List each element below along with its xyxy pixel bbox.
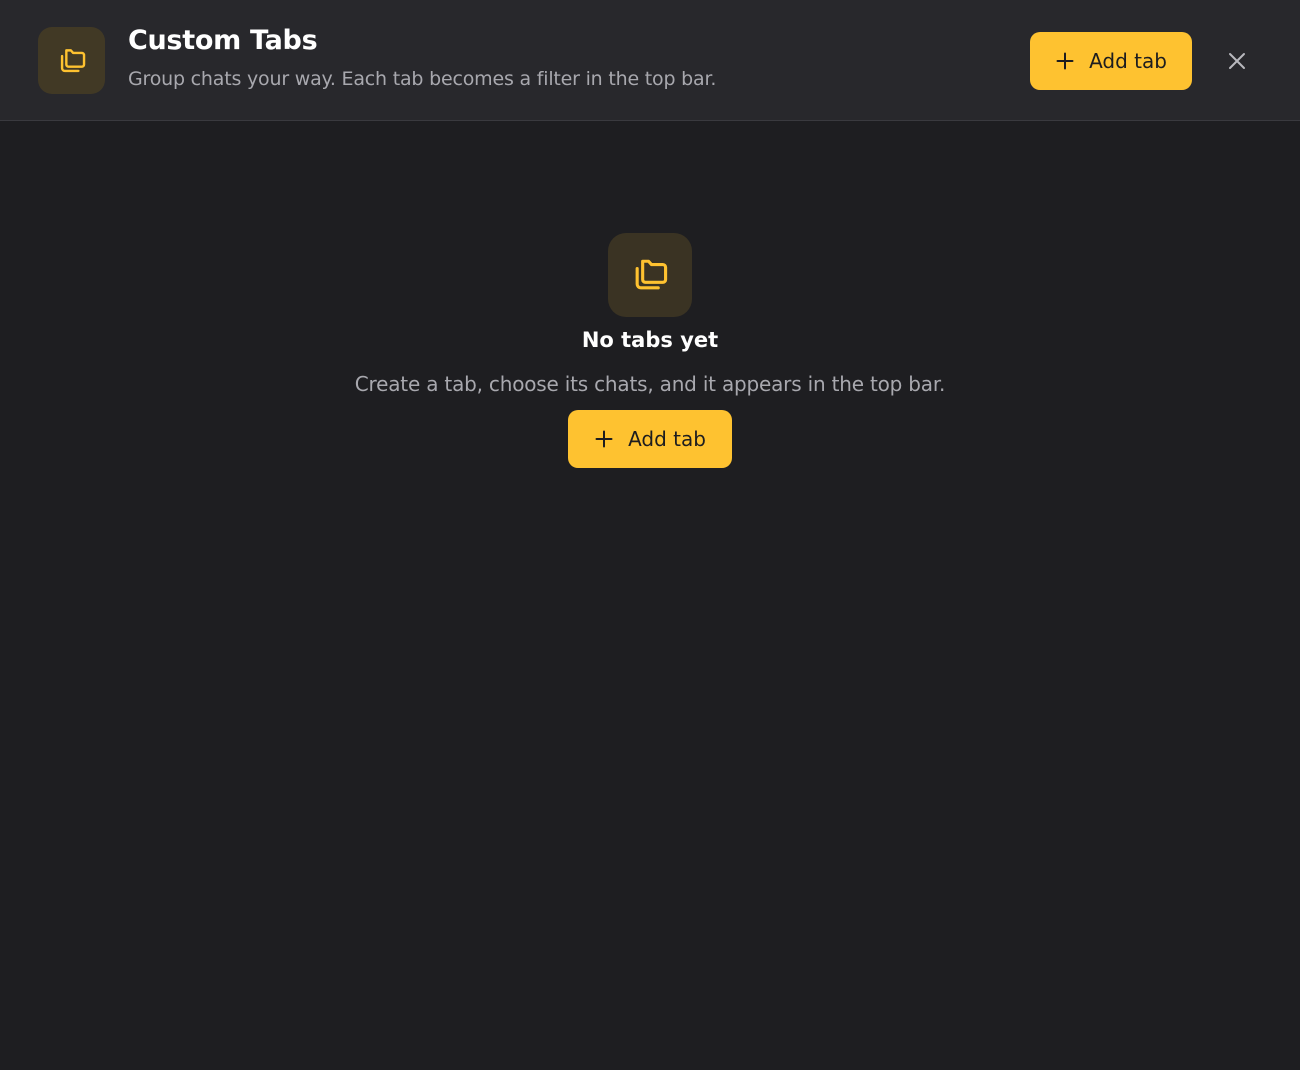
empty-state-icon-tile xyxy=(608,233,692,317)
header-add-tab-button[interactable]: Add tab xyxy=(1030,32,1192,90)
empty-state-add-tab-button[interactable]: Add tab xyxy=(568,410,732,468)
plus-icon xyxy=(1055,51,1075,71)
empty-state-title: No tabs yet xyxy=(581,328,719,352)
folders-icon xyxy=(55,44,89,78)
header: Custom Tabs Group chats your way. Each t… xyxy=(0,0,1300,121)
page-subtitle: Group chats your way. Each tab becomes a… xyxy=(128,68,717,90)
close-button[interactable] xyxy=(1222,46,1252,76)
custom-tabs-panel: Custom Tabs Group chats your way. Each t… xyxy=(0,0,1300,1070)
add-tab-label: Add tab xyxy=(628,427,706,451)
page-title: Custom Tabs xyxy=(128,25,318,56)
folders-icon xyxy=(628,253,672,297)
header-icon-tile xyxy=(38,27,105,94)
empty-state-description: Create a tab, choose its chats, and it a… xyxy=(354,372,946,396)
add-tab-label: Add tab xyxy=(1089,49,1167,73)
plus-icon xyxy=(594,429,614,449)
close-icon xyxy=(1227,51,1247,71)
